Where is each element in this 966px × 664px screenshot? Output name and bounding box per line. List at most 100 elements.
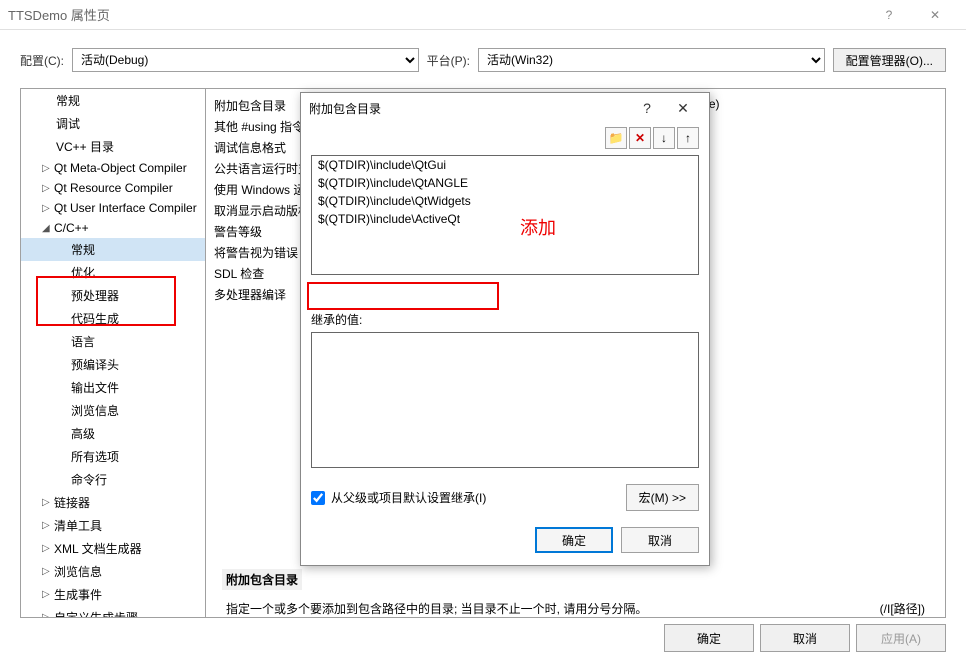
footer-property-desc: 指定一个或多个要添加到包含路径中的目录; 当目录不止一个时, 请用分号分隔。 bbox=[222, 598, 651, 617]
move-down-icon[interactable]: ↓ bbox=[653, 127, 675, 149]
expand-icon[interactable]: ▷ bbox=[42, 520, 54, 531]
tree-item[interactable]: 输出文件 bbox=[21, 376, 205, 399]
tree-item-label: VC++ 目录 bbox=[56, 138, 114, 155]
tree-item[interactable]: ▷浏览信息 bbox=[21, 560, 205, 583]
list-item[interactable]: $(QTDIR)\include\ActiveQt bbox=[312, 210, 698, 228]
annotation-box-tree bbox=[36, 276, 176, 326]
config-manager-button[interactable]: 配置管理器(O)... bbox=[833, 48, 946, 72]
inherit-checkbox-label: 从父级或项目默认设置继承(I) bbox=[331, 489, 486, 506]
footer-property-hint: (/I[路径]) bbox=[876, 598, 929, 617]
include-dirs-dialog: 附加包含目录 ? ✕ 📁 ✕ ↓ ↑ $(QTDIR)\include\QtGu… bbox=[300, 92, 710, 566]
property-label: 附加包含目录 bbox=[214, 97, 314, 114]
dialog-close-button[interactable]: ✕ bbox=[665, 93, 701, 123]
tree-item[interactable]: ▷XML 文档生成器 bbox=[21, 537, 205, 560]
tree-item[interactable]: ▷清单工具 bbox=[21, 514, 205, 537]
ok-button[interactable]: 确定 bbox=[664, 624, 754, 652]
tree-item[interactable]: ▷Qt User Interface Compiler bbox=[21, 198, 205, 218]
expand-icon[interactable]: ▷ bbox=[42, 566, 54, 577]
property-label: 其他 #using 指令 bbox=[214, 118, 314, 135]
tree-item[interactable]: ▷生成事件 bbox=[21, 583, 205, 606]
tree-item[interactable]: 常规 bbox=[21, 89, 205, 112]
tree-item[interactable]: ▷Qt Meta-Object Compiler bbox=[21, 158, 205, 178]
dialog-titlebar: 附加包含目录 ? ✕ bbox=[301, 93, 709, 123]
tree-item-label: 输出文件 bbox=[71, 379, 119, 396]
config-select[interactable]: 活动(Debug) bbox=[72, 48, 419, 72]
expand-icon[interactable]: ▷ bbox=[42, 203, 54, 214]
property-label: 公共语言运行时支持 bbox=[214, 160, 314, 177]
property-label: 取消显示启动版权标志 bbox=[214, 202, 314, 219]
tree-item-label: 常规 bbox=[56, 92, 80, 109]
tree-item-label: 浏览信息 bbox=[71, 402, 119, 419]
delete-icon[interactable]: ✕ bbox=[629, 127, 651, 149]
apply-button[interactable]: 应用(A) bbox=[856, 624, 946, 652]
property-label: 警告等级 bbox=[214, 223, 314, 240]
expand-icon[interactable]: ◢ bbox=[42, 223, 54, 234]
annotation-box-list bbox=[307, 282, 499, 310]
tree-item-label: 自定义生成步骤 bbox=[54, 609, 138, 617]
tree-item-label: 清单工具 bbox=[54, 517, 102, 534]
tree-item[interactable]: 高级 bbox=[21, 422, 205, 445]
property-label: 使用 Windows 运行时扩展 bbox=[214, 181, 314, 198]
tree-item[interactable]: ▷自定义生成步骤 bbox=[21, 606, 205, 617]
move-up-icon[interactable]: ↑ bbox=[677, 127, 699, 149]
tree-item-label: 高级 bbox=[71, 425, 95, 442]
dialog-ok-button[interactable]: 确定 bbox=[535, 527, 613, 553]
tree-item-label: 命令行 bbox=[71, 471, 107, 488]
cancel-button[interactable]: 取消 bbox=[760, 624, 850, 652]
navigation-tree[interactable]: 常规调试VC++ 目录▷Qt Meta-Object Compiler▷Qt R… bbox=[21, 89, 206, 617]
tree-item-label: 所有选项 bbox=[71, 448, 119, 465]
tree-item-label: XML 文档生成器 bbox=[54, 540, 142, 557]
tree-item-label: 预编译头 bbox=[71, 356, 119, 373]
inherit-checkbox[interactable] bbox=[311, 491, 325, 505]
tree-item-label: 生成事件 bbox=[54, 586, 102, 603]
tree-item[interactable]: VC++ 目录 bbox=[21, 135, 205, 158]
tree-item-label: 常规 bbox=[71, 241, 95, 258]
tree-item-label: 链接器 bbox=[54, 494, 90, 511]
tree-item[interactable]: 所有选项 bbox=[21, 445, 205, 468]
platform-select[interactable]: 活动(Win32) bbox=[478, 48, 825, 72]
expand-icon[interactable]: ▷ bbox=[42, 612, 54, 617]
list-item[interactable]: $(QTDIR)\include\QtGui bbox=[312, 156, 698, 174]
expand-icon[interactable]: ▷ bbox=[42, 497, 54, 508]
dialog-toolbar: 📁 ✕ ↓ ↑ bbox=[301, 123, 709, 153]
footer-property-name: 附加包含目录 bbox=[222, 569, 302, 590]
tree-item[interactable]: ▷链接器 bbox=[21, 491, 205, 514]
tree-item-label: C/C++ bbox=[54, 221, 89, 235]
tree-item[interactable]: 命令行 bbox=[21, 468, 205, 491]
window-titlebar: TTSDemo 属性页 ? ✕ bbox=[0, 0, 966, 30]
tree-item[interactable]: 浏览信息 bbox=[21, 399, 205, 422]
property-label: 调试信息格式 bbox=[214, 139, 314, 156]
config-toolbar: 配置(C): 活动(Debug) 平台(P): 活动(Win32) 配置管理器(… bbox=[0, 30, 966, 80]
tree-item-label: Qt Resource Compiler bbox=[54, 181, 173, 195]
main-button-row: 确定 取消 应用(A) bbox=[664, 624, 946, 652]
tree-item-label: 浏览信息 bbox=[54, 563, 102, 580]
list-item[interactable]: $(QTDIR)\include\QtANGLE bbox=[312, 174, 698, 192]
tree-item-label: Qt Meta-Object Compiler bbox=[54, 161, 187, 175]
list-item[interactable]: $(QTDIR)\include\QtWidgets bbox=[312, 192, 698, 210]
expand-icon[interactable]: ▷ bbox=[42, 589, 54, 600]
tree-item-label: 调试 bbox=[56, 115, 80, 132]
dialog-title: 附加包含目录 bbox=[309, 100, 629, 117]
include-dirs-list[interactable]: $(QTDIR)\include\QtGui$(QTDIR)\include\Q… bbox=[311, 155, 699, 275]
tree-item[interactable]: 预编译头 bbox=[21, 353, 205, 376]
property-label: 多处理器编译 bbox=[214, 286, 314, 303]
macro-button[interactable]: 宏(M) >> bbox=[626, 484, 699, 511]
tree-item[interactable]: ◢C/C++ bbox=[21, 218, 205, 238]
tree-item-label: 语言 bbox=[71, 333, 95, 350]
inherited-values-list[interactable] bbox=[311, 332, 699, 468]
dialog-cancel-button[interactable]: 取消 bbox=[621, 527, 699, 553]
expand-icon[interactable]: ▷ bbox=[42, 183, 54, 194]
close-button[interactable]: ✕ bbox=[912, 0, 958, 30]
tree-item[interactable]: ▷Qt Resource Compiler bbox=[21, 178, 205, 198]
tree-item[interactable]: 调试 bbox=[21, 112, 205, 135]
expand-icon[interactable]: ▷ bbox=[42, 163, 54, 174]
help-button[interactable]: ? bbox=[866, 0, 912, 30]
tree-item[interactable]: 语言 bbox=[21, 330, 205, 353]
window-title: TTSDemo 属性页 bbox=[8, 5, 866, 24]
property-label: 将警告视为错误 bbox=[214, 244, 314, 261]
dialog-help-button[interactable]: ? bbox=[629, 93, 665, 123]
tree-item-label: Qt User Interface Compiler bbox=[54, 201, 197, 215]
tree-item[interactable]: 常规 bbox=[21, 238, 205, 261]
expand-icon[interactable]: ▷ bbox=[42, 543, 54, 554]
new-folder-icon[interactable]: 📁 bbox=[605, 127, 627, 149]
